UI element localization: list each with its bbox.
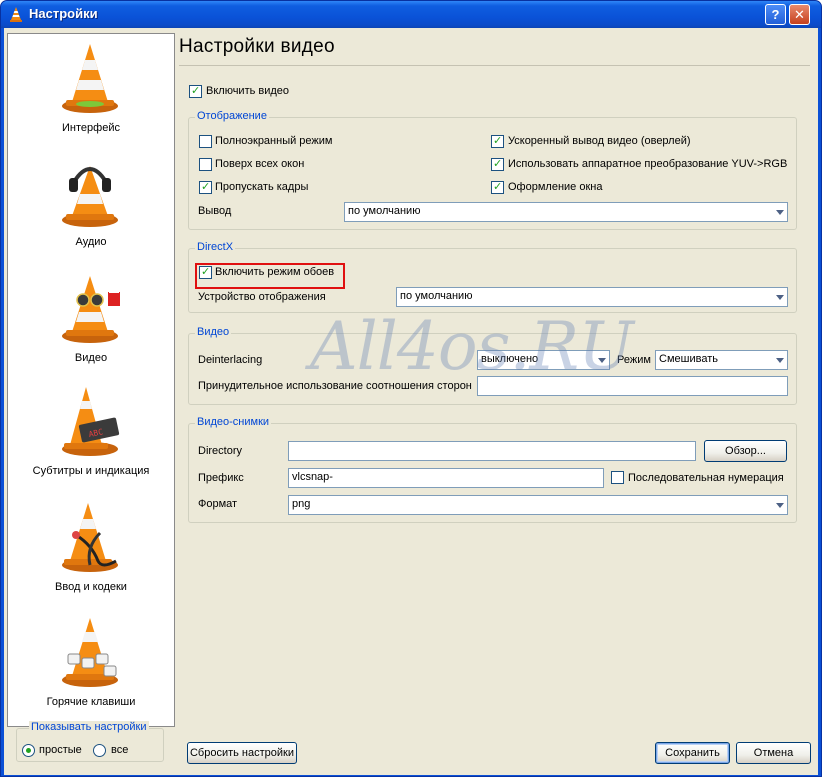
display-device-label: Устройство отображения [198,291,326,303]
vlc-cone-glasses-icon [62,276,120,343]
fullscreen-label: Полноэкранный режим [215,135,333,147]
cancel-button[interactable]: Отмена [736,742,811,764]
directory-label: Directory [198,445,243,457]
vlc-cone-keys-icon [62,618,118,687]
vlc-cone-subtitles-icon: ABC [62,387,120,456]
settings-window: Настройки ? ✕ Интерфейс Аудио Видео ABC … [0,0,822,777]
deinterlacing-label: Deinterlacing [198,354,263,366]
directx-legend: DirectX [195,241,236,253]
sidebar-item-subtitles[interactable]: ABC Субтитры и индикация [8,377,174,489]
vlc-cone-icon [10,7,22,22]
output-label: Вывод [198,205,232,217]
dialog-client: Интерфейс Аудио Видео ABC Субтитры и инд… [4,28,818,775]
video-legend: Видео [195,326,232,338]
fullscreen-checkbox[interactable] [199,135,212,148]
reset-settings-button[interactable]: Сбросить настройки [187,742,297,764]
always-on-top-label: Поверх всех окон [215,158,305,170]
sidebar-item-label: Ввод и кодеки [55,581,127,593]
yuv-rgb-label: Использовать аппаратное преобразование Y… [508,158,788,170]
display-legend: Отображение [195,110,269,122]
display-device-value: по умолчанию [400,290,473,302]
vlc-cone-headphones-icon [62,166,118,227]
always-on-top-checkbox[interactable] [199,158,212,171]
window-title: Настройки [29,6,98,21]
skip-frames-label: Пропускать кадры [215,181,309,193]
skip-frames-checkbox[interactable] [199,180,212,194]
directory-input[interactable] [288,441,696,461]
sidebar-item-label: Интерфейс [62,122,120,134]
close-button[interactable]: ✕ [789,4,810,25]
save-button[interactable]: Сохранить [655,742,730,764]
simple-radio[interactable] [22,744,35,757]
chevron-down-icon [776,295,784,300]
mode-value: Смешивать [659,353,718,365]
output-select[interactable]: по умолчанию [344,202,788,222]
sidebar-item-interface[interactable]: Интерфейс [8,34,174,146]
chevron-down-icon [776,210,784,215]
show-settings-group: Показывать настройки простые все [16,721,164,762]
display-device-select[interactable]: по умолчанию [396,287,788,307]
prefix-input[interactable]: vlcsnap- [288,468,604,488]
heading-divider [179,65,810,66]
overlay-checkbox[interactable] [491,134,504,148]
sequential-numbering-checkbox[interactable] [611,471,624,484]
help-button[interactable]: ? [765,4,786,25]
sidebar-item-hotkeys[interactable]: Горячие клавиши [8,608,174,720]
title-bar[interactable]: Настройки ? ✕ [1,1,821,28]
yuv-rgb-checkbox[interactable] [491,157,504,171]
prefix-label: Префикс [198,472,244,484]
sequential-numbering-label: Последовательная нумерация [628,472,784,484]
category-sidebar: Интерфейс Аудио Видео ABC Субтитры и инд… [7,33,175,727]
enable-video-label: Включить видео [206,85,290,97]
window-decorations-checkbox[interactable] [491,180,504,194]
format-label: Формат [198,498,238,510]
format-select[interactable]: png [288,495,788,515]
mode-select[interactable]: Смешивать [655,350,788,370]
sidebar-item-label: Горячие клавиши [46,696,136,708]
page-title: Настройки видео [179,36,335,57]
snapshots-legend: Видео-снимки [195,416,272,428]
sidebar-item-label: Видео [74,352,108,364]
overlay-label: Ускоренный вывод видео (оверлей) [508,135,691,147]
watermark-text: All4os.RU [310,308,634,385]
enable-video-checkbox[interactable] [189,84,202,98]
sidebar-item-label: Аудио [75,236,107,248]
sidebar-item-input-codecs[interactable]: Ввод и кодеки [8,493,174,605]
window-decorations-label: Оформление окна [508,181,603,193]
highlight-box [195,263,345,289]
sidebar-item-label: Субтитры и индикация [32,465,150,477]
browse-button[interactable]: Обзор... [704,440,787,462]
vlc-cone-cables-icon [62,503,118,572]
sidebar-item-audio[interactable]: Аудио [8,148,174,260]
chevron-down-icon [776,358,784,363]
show-settings-legend: Показывать настройки [29,721,149,733]
chevron-down-icon [776,503,784,508]
all-radio[interactable] [93,744,106,757]
vlc-cone-icon [62,44,118,113]
sidebar-item-video[interactable]: Видео [8,264,174,376]
format-value: png [292,498,311,510]
output-select-value: по умолчанию [348,205,421,217]
all-radio-label: все [111,744,129,756]
simple-radio-label: простые [39,744,82,756]
